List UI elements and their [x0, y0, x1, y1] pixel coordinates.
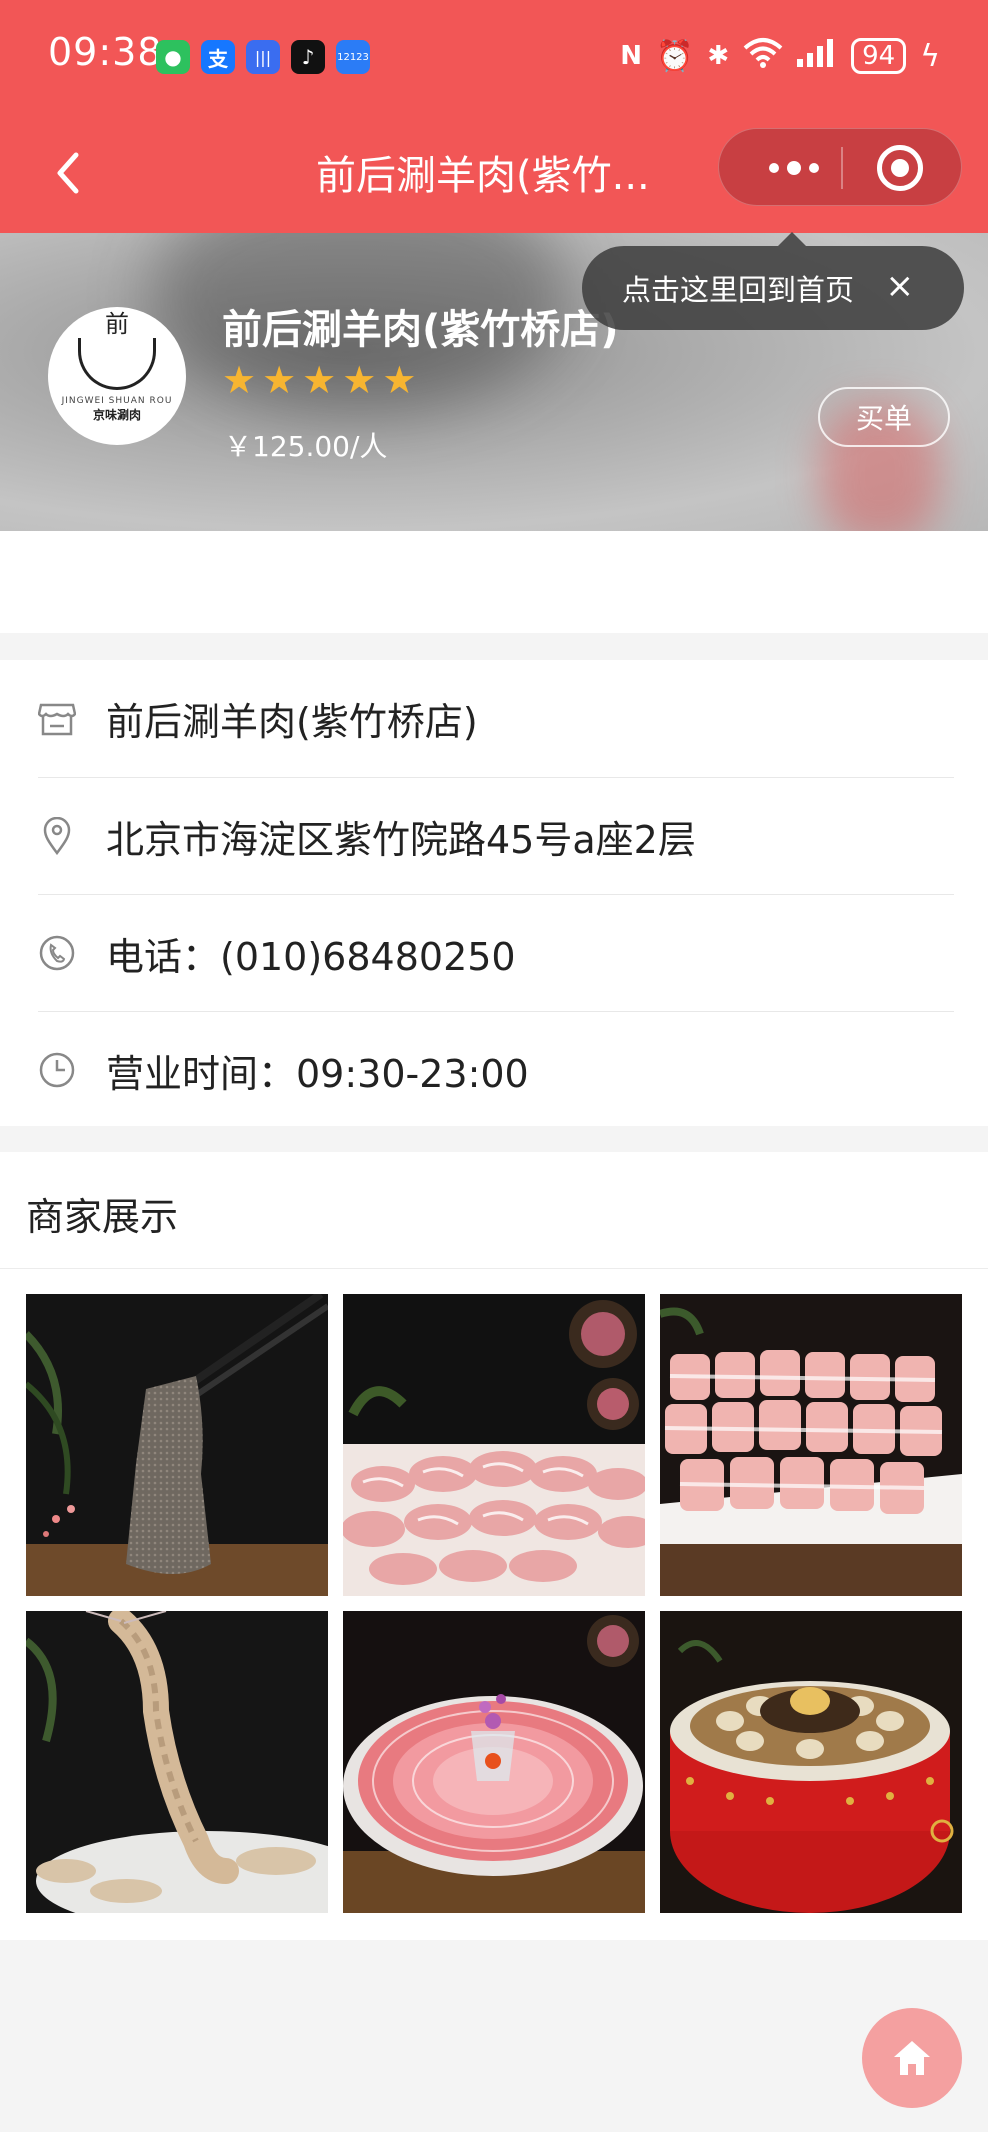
info-row-address[interactable]: 北京市海淀区紫竹院路45号a座2层: [38, 777, 954, 894]
pay-button[interactable]: 买单: [818, 387, 950, 447]
close-miniapp-button[interactable]: [877, 145, 923, 191]
top-bar: 09:38 ● 支 ||| ♪ 12123 N ⏰ ✱ 94 ϟ 前后涮羊肉(紫…: [0, 0, 988, 233]
miniapp-capsule: [718, 128, 962, 206]
close-icon[interactable]: ×: [886, 266, 915, 306]
shop-name: 前后涮羊肉(紫竹桥店): [222, 307, 619, 353]
wechat-icon: ●: [156, 40, 190, 74]
info-row-phone[interactable]: 电话：(010)68480250: [38, 894, 954, 1011]
back-button[interactable]: [40, 143, 100, 203]
lamb-platter-photo[interactable]: [343, 1611, 645, 1913]
star-icon: ★: [342, 358, 377, 402]
signal-icon: [797, 37, 837, 75]
star-icon: ★: [222, 358, 257, 402]
rating-stars: ★ ★ ★ ★ ★: [222, 361, 416, 399]
shrimp-photo[interactable]: [26, 1611, 328, 1913]
phone-icon: [38, 934, 76, 972]
12123-icon: 12123: [336, 40, 370, 74]
location-icon: [38, 817, 76, 855]
battery-indicator: 94: [851, 38, 907, 74]
lamb-slices-photo[interactable]: [343, 1294, 645, 1596]
lamb-rolls-photo[interactable]: [660, 1294, 962, 1596]
home-button[interactable]: [862, 2008, 962, 2108]
bluetooth-icon: ✱: [707, 41, 730, 71]
alarm-icon: ⏰: [655, 38, 694, 74]
info-row-hours: 营业时间：09:30-23:00: [38, 1011, 954, 1128]
shop-logo: JINGWEI SHUAN ROU 京味涮肉: [48, 304, 186, 445]
info-address: 北京市海淀区紫竹院路45号a座2层: [106, 817, 696, 862]
info-hours: 营业时间：09:30-23:00: [106, 1051, 529, 1096]
shop-info-list: 前后涮羊肉(紫竹桥店) 北京市海淀区紫竹院路45号a座2层 电话：(010)68…: [0, 660, 988, 1126]
more-button[interactable]: [749, 129, 839, 207]
nav-bar: 前后涮羊肉(紫竹...: [0, 115, 988, 233]
tooltip-arrow: [778, 232, 806, 246]
info-row-name: 前后涮羊肉(紫竹桥店): [38, 660, 954, 777]
nfc-icon: N: [620, 41, 642, 71]
spacer-panel: [0, 531, 988, 633]
wifi-icon: [743, 36, 783, 76]
voice-icon: |||: [246, 40, 280, 74]
tripe-photo[interactable]: [26, 1294, 328, 1596]
tiktok-icon: ♪: [291, 40, 325, 74]
charging-icon: ϟ: [920, 38, 940, 74]
merchant-showcase: 商家展示: [0, 1152, 988, 1940]
clock-icon: [38, 1051, 76, 1089]
home-tooltip: 点击这里回到首页 ×: [582, 246, 964, 330]
chevron-left-icon: [57, 152, 79, 194]
store-icon: [38, 700, 76, 738]
mushroom-hotpot-photo[interactable]: [660, 1611, 962, 1913]
page-title: 前后涮羊肉(紫竹...: [316, 153, 650, 199]
home-icon: [894, 2041, 930, 2075]
alipay-icon: 支: [201, 40, 235, 74]
star-icon: ★: [382, 358, 417, 402]
price-per-person: ￥125.00/人: [224, 430, 388, 463]
showcase-title: 商家展示: [26, 1195, 179, 1239]
star-icon: ★: [262, 358, 297, 402]
tooltip-text: 点击这里回到首页: [622, 273, 855, 307]
status-time: 09:38: [48, 30, 163, 74]
star-icon: ★: [302, 358, 337, 402]
status-bar: 09:38 ● 支 ||| ♪ 12123 N ⏰ ✱ 94 ϟ: [0, 0, 988, 115]
info-phone: 电话：(010)68480250: [106, 934, 516, 979]
status-indicators: N ⏰ ✱ 94 ϟ: [620, 36, 940, 76]
info-shop-name: 前后涮羊肉(紫竹桥店): [106, 700, 478, 744]
